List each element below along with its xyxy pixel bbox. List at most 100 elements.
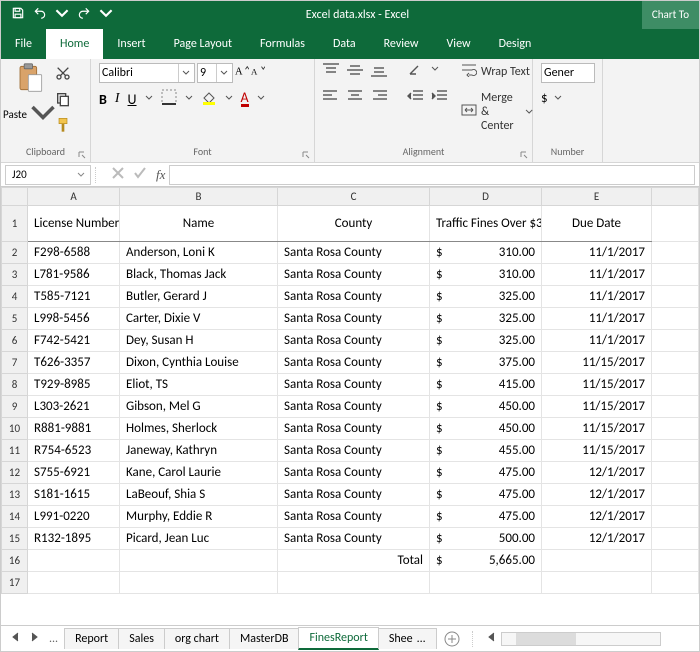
dialog-launcher-icon[interactable] <box>77 150 87 160</box>
tab-home[interactable]: Home <box>46 29 103 59</box>
cell[interactable]: 11/1/2017 <box>542 330 652 352</box>
cell[interactable]: T626-3357 <box>28 352 120 374</box>
cell[interactable]: R754-6523 <box>28 440 120 462</box>
cell[interactable]: Santa Rosa County <box>278 396 430 418</box>
increase-font-icon[interactable]: A <box>235 64 249 82</box>
cell[interactable]: Santa Rosa County <box>278 528 430 550</box>
cell[interactable]: Total <box>278 550 430 572</box>
tab-view[interactable]: View <box>433 29 485 59</box>
cell[interactable] <box>430 572 542 594</box>
font-size-combo[interactable]: 9 <box>197 63 233 83</box>
cell[interactable] <box>278 572 430 594</box>
cell[interactable]: 12/1/2017 <box>542 528 652 550</box>
paste-button[interactable]: Paste <box>9 63 51 137</box>
row-header[interactable]: 8 <box>2 374 28 396</box>
dialog-launcher-icon[interactable] <box>519 150 529 160</box>
cell[interactable]: R881-9881 <box>28 418 120 440</box>
new-sheet-icon[interactable] <box>444 631 460 647</box>
cell[interactable]: L998-5456 <box>28 308 120 330</box>
font-name-combo[interactable]: Calibri <box>99 63 195 83</box>
cell[interactable]: $310.00 <box>430 264 542 286</box>
cell[interactable]: Santa Rosa County <box>278 506 430 528</box>
borders-icon[interactable] <box>161 89 177 109</box>
bold-button[interactable]: B <box>99 91 107 108</box>
row-header[interactable]: 3 <box>2 264 28 286</box>
cell[interactable]: Holmes, Sherlock <box>120 418 278 440</box>
cell[interactable] <box>652 506 699 528</box>
cell[interactable]: $455.00 <box>430 440 542 462</box>
row-header[interactable]: 2 <box>2 242 28 264</box>
decrease-indent-icon[interactable] <box>407 89 423 107</box>
cell[interactable]: Anderson, Loni K <box>120 242 278 264</box>
cell[interactable] <box>120 572 278 594</box>
cell[interactable]: 11/15/2017 <box>542 374 652 396</box>
cell[interactable] <box>652 550 699 572</box>
tab-data[interactable]: Data <box>319 29 370 59</box>
cell[interactable]: L303-2621 <box>28 396 120 418</box>
cell[interactable]: Name <box>120 206 278 242</box>
cell[interactable] <box>652 572 699 594</box>
tab-file[interactable]: File <box>1 29 46 59</box>
cell[interactable]: T929-8985 <box>28 374 120 396</box>
cell[interactable] <box>28 550 120 572</box>
cell[interactable]: L991-0220 <box>28 506 120 528</box>
sheet-tab-orgchart[interactable]: org chart <box>164 628 230 649</box>
fill-color-icon[interactable] <box>201 89 217 109</box>
font-color-icon[interactable]: A <box>241 92 249 107</box>
cell[interactable] <box>542 572 652 594</box>
undo-icon[interactable] <box>33 6 47 24</box>
chevron-down-icon[interactable] <box>431 63 439 81</box>
align-bottom-icon[interactable] <box>371 63 387 81</box>
cell[interactable]: Gibson, Mel G <box>120 396 278 418</box>
cell[interactable] <box>652 374 699 396</box>
row-header[interactable]: 10 <box>2 418 28 440</box>
tab-scroll-left-icon[interactable] <box>7 632 25 646</box>
tab-scroll-right-icon[interactable] <box>25 632 43 646</box>
tab-page-layout[interactable]: Page Layout <box>160 29 246 59</box>
cell[interactable] <box>28 572 120 594</box>
scroll-left-icon[interactable] <box>483 632 501 646</box>
row-header[interactable]: 9 <box>2 396 28 418</box>
underline-button[interactable]: U <box>128 91 137 108</box>
cell[interactable]: 11/1/2017 <box>542 308 652 330</box>
cell[interactable]: S181-1615 <box>28 484 120 506</box>
tab-insert[interactable]: Insert <box>103 29 159 59</box>
cell[interactable]: Picard, Jean Luc <box>120 528 278 550</box>
sheet-tab-finesreport[interactable]: FinesReport <box>298 627 378 650</box>
format-painter-icon[interactable] <box>55 117 71 137</box>
cell[interactable]: Santa Rosa County <box>278 330 430 352</box>
cell[interactable] <box>652 484 699 506</box>
cell[interactable]: Murphy, Eddie R <box>120 506 278 528</box>
row-header[interactable]: 11 <box>2 440 28 462</box>
align-left-icon[interactable] <box>323 89 339 107</box>
cell[interactable]: 11/1/2017 <box>542 264 652 286</box>
cell[interactable] <box>652 330 699 352</box>
cell[interactable]: 11/15/2017 <box>542 396 652 418</box>
sheet-tab-masterdb[interactable]: MasterDB <box>229 628 300 649</box>
cell[interactable]: 11/15/2017 <box>542 418 652 440</box>
cell[interactable] <box>652 440 699 462</box>
cell[interactable]: L781-9586 <box>28 264 120 286</box>
align-middle-icon[interactable] <box>347 63 363 81</box>
cell[interactable]: F742-5421 <box>28 330 120 352</box>
cell[interactable]: License Number <box>28 206 120 242</box>
cell[interactable] <box>652 286 699 308</box>
cell[interactable]: 12/1/2017 <box>542 484 652 506</box>
formula-input[interactable] <box>169 165 695 185</box>
cell[interactable]: Santa Rosa County <box>278 374 430 396</box>
cell[interactable]: $415.00 <box>430 374 542 396</box>
sheet-tab-sales[interactable]: Sales <box>118 628 165 649</box>
cell[interactable] <box>652 264 699 286</box>
chevron-down-icon[interactable] <box>99 6 113 24</box>
decrease-font-icon[interactable]: A <box>251 64 265 82</box>
cell[interactable] <box>652 242 699 264</box>
row-header[interactable]: 14 <box>2 506 28 528</box>
sheet-tabs-overflow[interactable]: ... <box>43 632 64 646</box>
cell[interactable]: Santa Rosa County <box>278 308 430 330</box>
cell[interactable]: Santa Rosa County <box>278 440 430 462</box>
number-format-combo[interactable]: Gener <box>541 63 595 83</box>
tab-formulas[interactable]: Formulas <box>246 29 319 59</box>
column-header[interactable]: D <box>430 188 542 206</box>
chevron-down-icon[interactable] <box>225 92 233 106</box>
merge-center-button[interactable]: Merge & Center <box>461 91 534 133</box>
